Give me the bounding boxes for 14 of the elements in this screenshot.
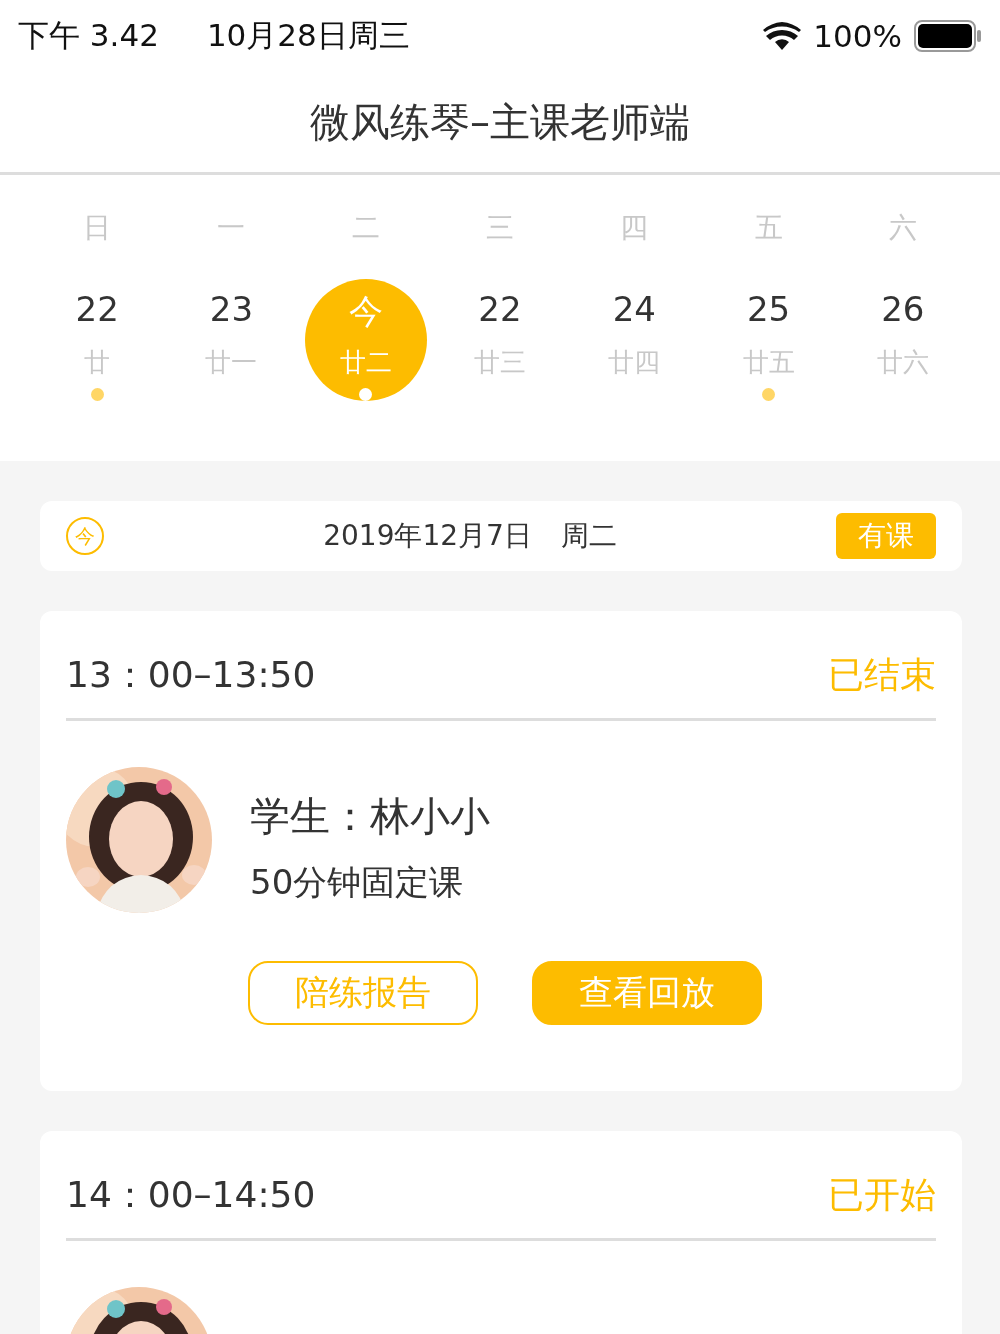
course-type: 50分钟固定课 [250, 861, 465, 904]
selected-date: 2019年12月7日 周二 [323, 518, 617, 554]
student-name: 学生：林小小 [250, 792, 490, 841]
lesson-status: 已开始 [828, 1173, 936, 1217]
app-title: 微风练琴–主课老师端 [0, 72, 1000, 175]
wifi-icon [763, 22, 802, 50]
battery-icon [914, 20, 982, 52]
battery-percent: 100% [813, 18, 902, 54]
status-date: 10月28日周三 [206, 16, 410, 55]
lesson-time: 14：00–14:50 [66, 1173, 316, 1217]
lesson-tag: 有课 [836, 513, 936, 559]
lesson-time: 13：00–13:50 [66, 653, 316, 697]
lesson-status: 已结束 [828, 653, 936, 697]
status-time: 下午 3.42 [18, 16, 159, 55]
